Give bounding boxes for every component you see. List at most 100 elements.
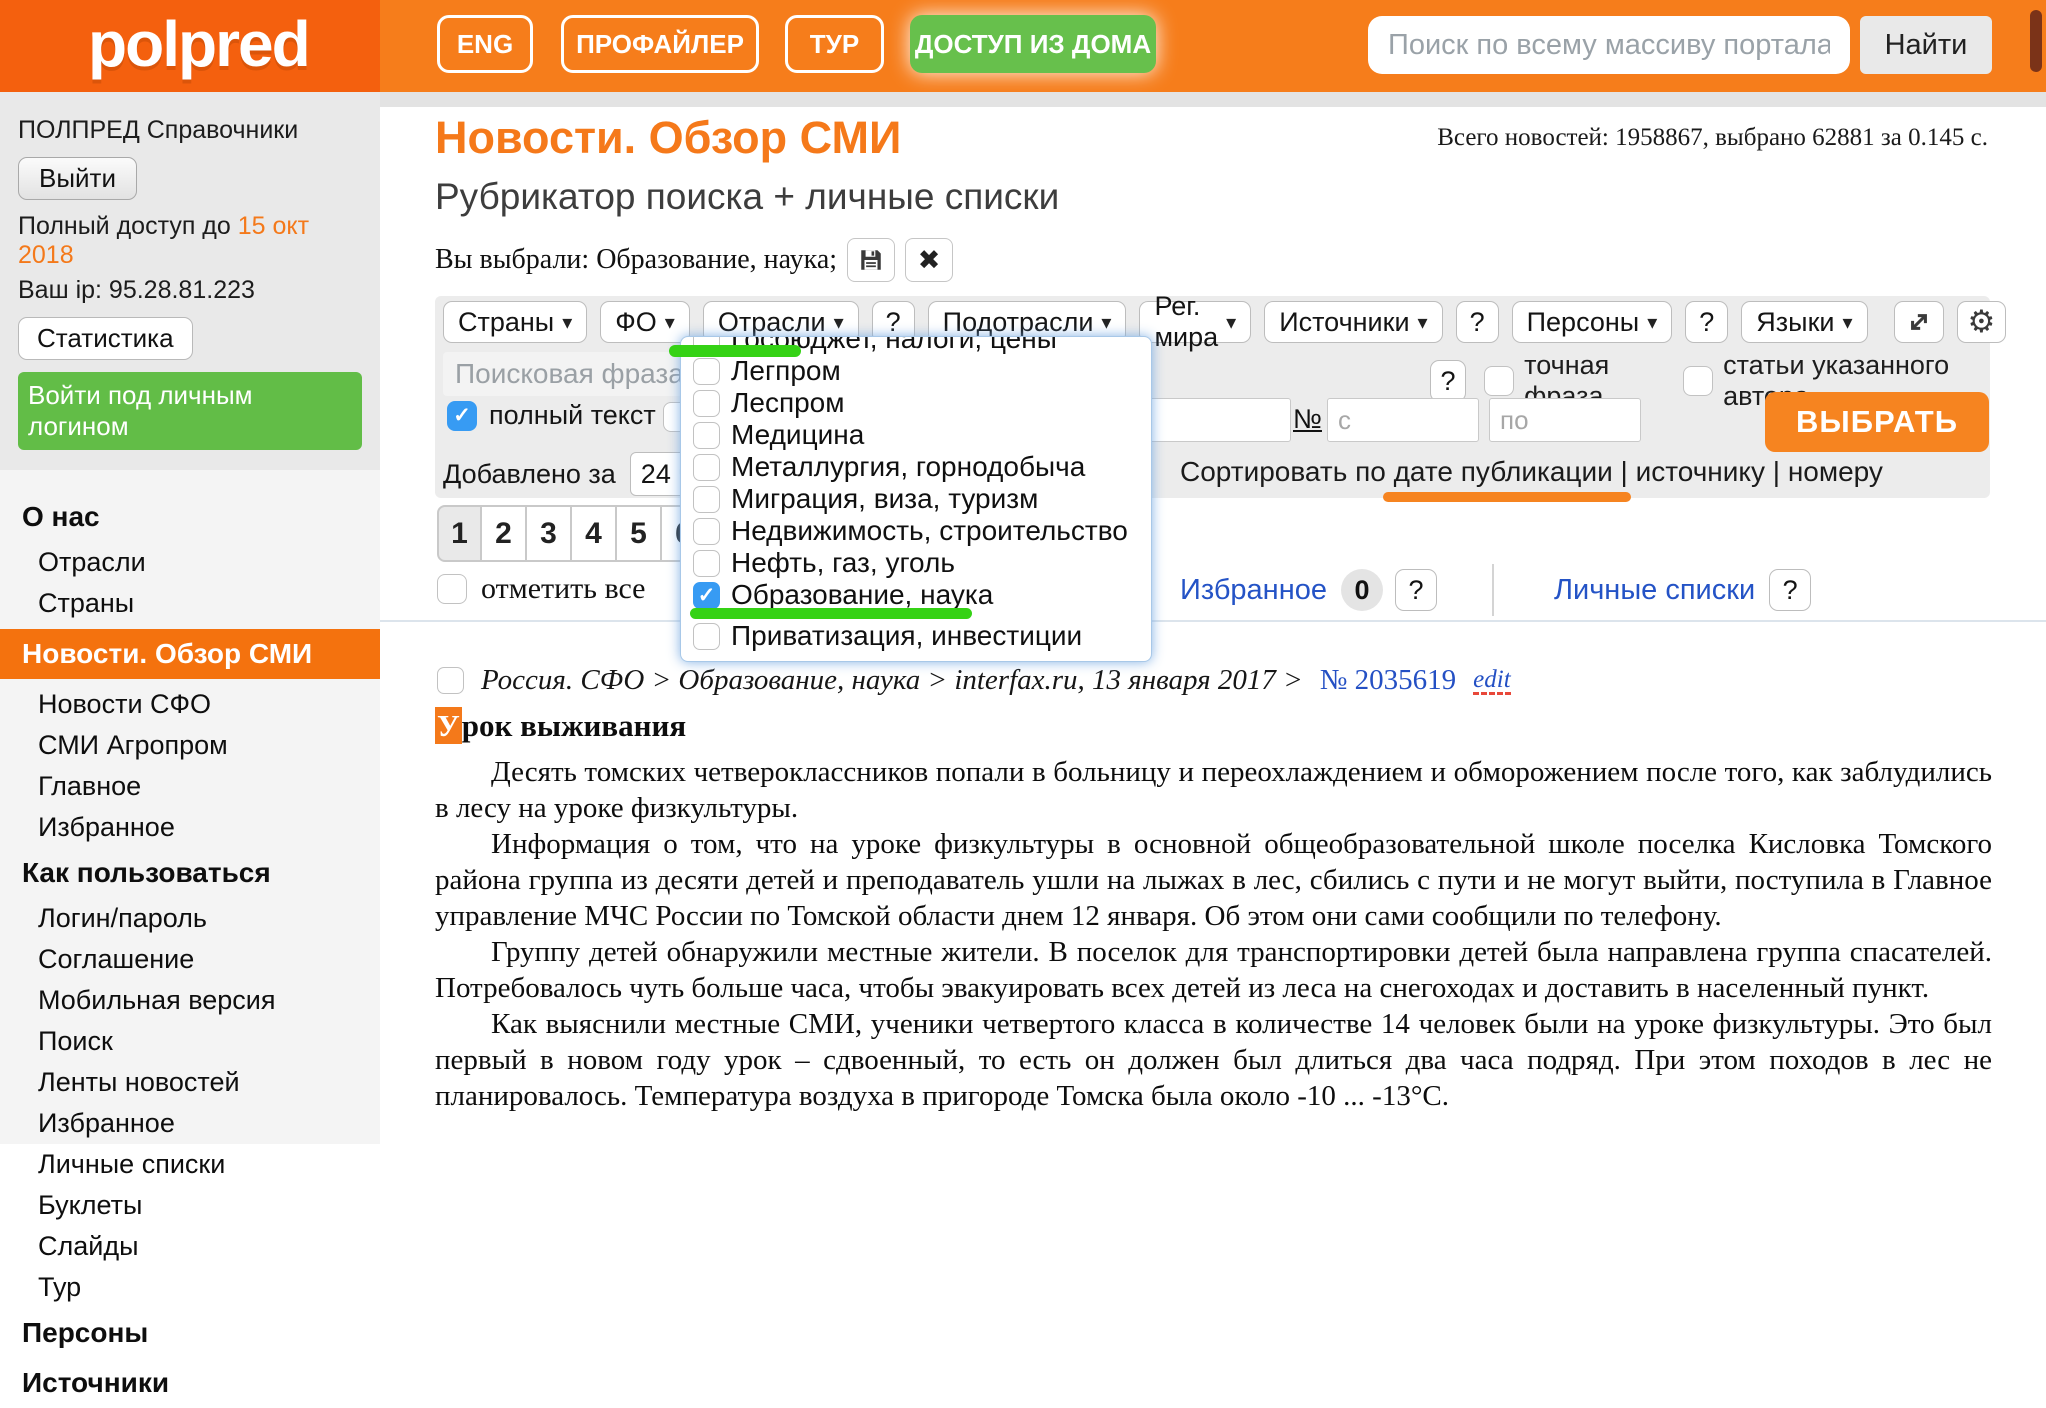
sidebar-item-smi-agroprom[interactable]: СМИ Агропром — [0, 725, 380, 766]
help-button-phrase[interactable]: ? — [1430, 360, 1466, 402]
sidebar-nav: О нас Отрасли Страны Новости. Обзор СМИ … — [0, 470, 380, 1408]
sidebar-item-favorites[interactable]: Избранное — [0, 807, 380, 848]
eng-button[interactable]: ENG — [437, 15, 533, 73]
sidebar-item-login-password[interactable]: Логин/пароль — [0, 898, 380, 939]
sort-by-number-link[interactable]: номеру — [1788, 456, 1883, 487]
author-articles-checkbox[interactable] — [1683, 366, 1713, 396]
help-button-3[interactable]: ? — [1685, 301, 1728, 343]
countries-dropdown-button[interactable]: Страны ▾ — [443, 301, 587, 343]
doc-number-link[interactable]: № 2035619 — [1320, 664, 1456, 697]
dropdown-checkbox[interactable] — [693, 518, 720, 545]
home-access-button[interactable]: ДОСТУП ИЗ ДОМА — [910, 15, 1156, 73]
green-annotation-education — [690, 608, 972, 619]
profiler-button[interactable]: ПРОФАЙЛЕР — [561, 15, 759, 73]
orange-annotation-sort-date — [1383, 492, 1631, 502]
portal-search-input[interactable] — [1368, 16, 1850, 74]
sidebar-header-howto[interactable]: Как пользоваться — [0, 848, 380, 898]
sidebar-item-tour[interactable]: Тур — [0, 1267, 380, 1308]
sidebar-item-booklets[interactable]: Буклеты — [0, 1185, 380, 1226]
tour-button[interactable]: ТУР — [785, 15, 884, 73]
dropdown-checkbox[interactable] — [693, 454, 720, 481]
languages-dropdown-button[interactable]: Языки ▾ — [1741, 301, 1867, 343]
dropdown-item-legprom[interactable]: Легпром — [681, 355, 1151, 387]
dropdown-checkbox[interactable] — [693, 550, 720, 577]
fo-dropdown-button[interactable]: ФО ▾ — [600, 301, 690, 343]
mark-all-checkbox[interactable] — [437, 574, 467, 604]
page-button-4[interactable]: 4 — [572, 505, 617, 562]
edit-link[interactable]: edit — [1473, 667, 1511, 695]
dropdown-checkbox[interactable] — [693, 422, 720, 449]
page-title: Новости. Обзор СМИ — [435, 112, 901, 164]
sidebar-item-favorites-2[interactable]: Избранное — [0, 1103, 380, 1144]
dropdown-item-migracia[interactable]: Миграция, виза, туризм — [681, 483, 1151, 515]
caret-down-icon: ▾ — [1418, 310, 1428, 335]
help-button-2[interactable]: ? — [1456, 301, 1499, 343]
sidebar-item-countries[interactable]: Страны — [0, 583, 380, 624]
page-button-5[interactable]: 5 — [617, 505, 662, 562]
full-text-row: полный текст — [447, 400, 656, 431]
dropdown-checkbox-checked[interactable] — [693, 582, 720, 609]
persons-dropdown-button[interactable]: Персоны ▾ — [1512, 301, 1673, 343]
statistics-button[interactable]: Статистика — [18, 317, 193, 360]
sidebar-header-persons[interactable]: Персоны — [0, 1308, 380, 1358]
dropdown-item-obrazovanie[interactable]: Образование, наука — [681, 579, 1151, 611]
sources-label: Источники — [1279, 307, 1409, 338]
logo[interactable]: polpred — [88, 0, 309, 92]
save-selection-button[interactable] — [847, 238, 895, 282]
sort-by-source-link[interactable]: источнику — [1636, 456, 1765, 487]
sidebar-item-mobile[interactable]: Мобильная версия — [0, 980, 380, 1021]
dropdown-checkbox[interactable] — [693, 358, 720, 385]
sidebar-header-sources[interactable]: Источники — [0, 1358, 380, 1408]
dropdown-checkbox[interactable] — [693, 486, 720, 513]
dropdown-item-privatizacia[interactable]: Приватизация, инвестиции — [681, 620, 1151, 652]
dropdown-item-metallurgia[interactable]: Металлургия, горнодобыча — [681, 451, 1151, 483]
countries-label: Страны — [458, 307, 554, 338]
scrollbar-thumb[interactable] — [2030, 10, 2042, 72]
expand-button[interactable] — [1894, 301, 1944, 343]
logout-button[interactable]: Выйти — [18, 157, 137, 200]
sidebar-item-slides[interactable]: Слайды — [0, 1226, 380, 1267]
dropdown-item-neft[interactable]: Нефть, газ, уголь — [681, 547, 1151, 579]
number-from-input[interactable] — [1327, 398, 1479, 442]
dropdown-item-label: Приватизация, инвестиции — [731, 620, 1082, 652]
sidebar-item-agreement[interactable]: Соглашение — [0, 939, 380, 980]
page-button-1[interactable]: 1 — [437, 505, 482, 562]
dropdown-item-lesprom[interactable]: Леспром — [681, 387, 1151, 419]
settings-button[interactable]: ⚙ — [1957, 301, 2007, 343]
sidebar-item-personal-lists[interactable]: Личные списки — [0, 1144, 380, 1185]
selected-filter-row: Вы выбрали: Образование, наука; ✖ — [435, 238, 953, 282]
select-button[interactable]: ВЫБРАТЬ — [1765, 392, 1989, 452]
article-paragraph: Информация о том, что на уроке физкульту… — [435, 826, 1992, 934]
world-regions-dropdown-button[interactable]: Рег. мира ▾ — [1139, 301, 1251, 343]
find-button[interactable]: Найти — [1860, 16, 1992, 74]
page-button-3[interactable]: 3 — [527, 505, 572, 562]
languages-label: Языки — [1756, 307, 1834, 338]
sidebar-item-industries[interactable]: Отрасли — [0, 542, 380, 583]
sidebar-item-main[interactable]: Главное — [0, 766, 380, 807]
news-stats: Всего новостей: 1958867, выбрано 62881 з… — [1437, 124, 1988, 152]
dropdown-item-medicina[interactable]: Медицина — [681, 419, 1151, 451]
personal-lists-link[interactable]: Личные списки — [1554, 574, 1755, 607]
dropdown-item-nedvizhimost[interactable]: Недвижимость, строительство — [681, 515, 1151, 547]
sort-by-date-link[interactable]: дате публикации — [1394, 456, 1613, 487]
clear-selection-button[interactable]: ✖ — [905, 238, 953, 282]
help-button-favorites[interactable]: ? — [1395, 569, 1437, 611]
sidebar-item-news-feeds[interactable]: Ленты новостей — [0, 1062, 380, 1103]
sidebar-item-news-sfo[interactable]: Новости СФО — [0, 684, 380, 725]
favorites-link[interactable]: Избранное — [1180, 574, 1327, 607]
article-select-checkbox[interactable] — [437, 667, 464, 694]
top-header: polpred ENG ПРОФАЙЛЕР ТУР ДОСТУП ИЗ ДОМА… — [0, 0, 2046, 92]
exact-phrase-checkbox[interactable] — [1484, 366, 1514, 396]
dropdown-checkbox[interactable] — [693, 390, 720, 417]
sources-dropdown-button[interactable]: Источники ▾ — [1264, 301, 1442, 343]
number-to-input[interactable] — [1489, 398, 1641, 442]
sidebar-item-news-active[interactable]: Новости. Обзор СМИ — [0, 629, 380, 679]
full-text-checkbox[interactable] — [447, 401, 477, 431]
page-button-2[interactable]: 2 — [482, 505, 527, 562]
dropdown-checkbox[interactable] — [693, 623, 720, 650]
sidebar-item-about[interactable]: О нас — [0, 492, 380, 542]
dropdown-item-label: Недвижимость, строительство — [731, 515, 1128, 547]
sidebar-item-search[interactable]: Поиск — [0, 1021, 380, 1062]
help-button-lists[interactable]: ? — [1769, 569, 1811, 611]
personal-login-button[interactable]: Войти под личным логином — [18, 372, 362, 450]
